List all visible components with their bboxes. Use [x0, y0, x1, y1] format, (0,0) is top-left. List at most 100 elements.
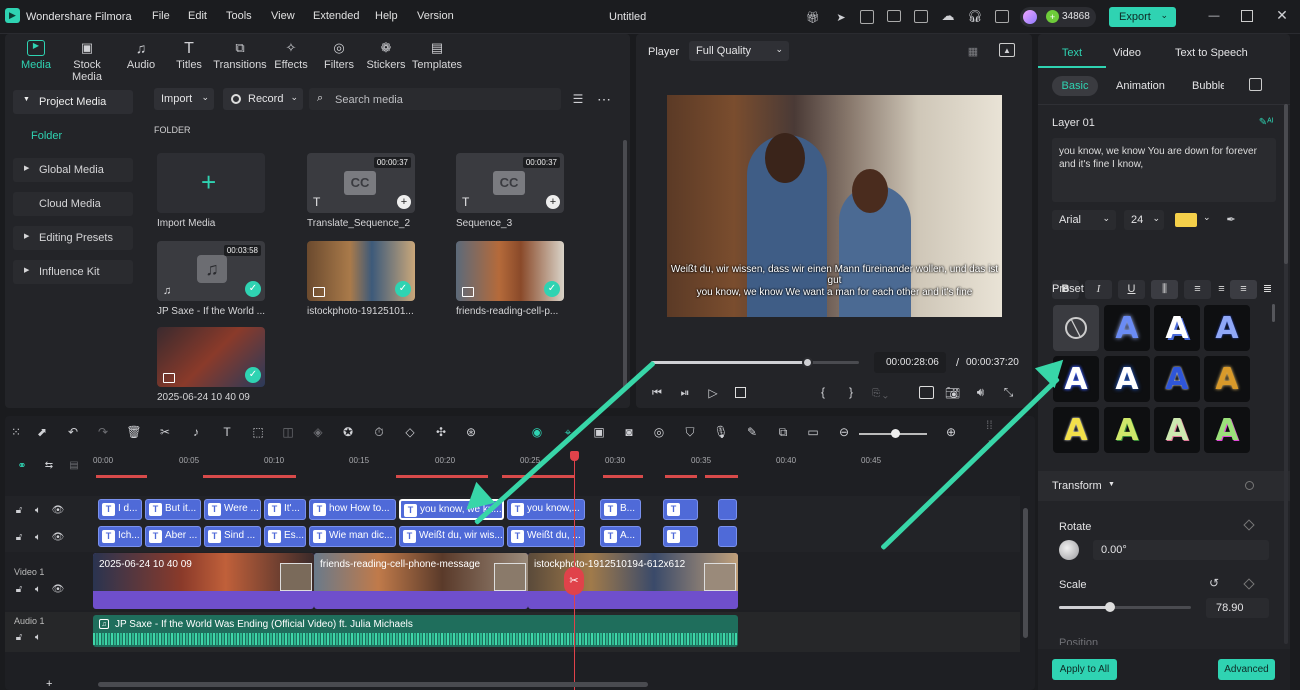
sidebar-item-editing-presets[interactable]: ▶ Editing Presets — [13, 226, 133, 250]
title-clip[interactable]: T But it... — [145, 499, 201, 520]
eye-icon[interactable]: 👁︎ — [52, 504, 65, 516]
preset-blue-outline[interactable]: A — [1104, 356, 1150, 402]
audio-edit-icon[interactable]: ♪ — [188, 424, 204, 440]
add-to-timeline-icon[interactable]: + — [397, 195, 411, 209]
title-clip[interactable]: T — [663, 499, 698, 520]
more-options-icon[interactable]: ⋯ — [596, 91, 612, 107]
advanced-button[interactable]: Advanced — [1218, 659, 1275, 680]
title-clip[interactable]: T B... — [600, 499, 641, 520]
snapshot-image-icon[interactable]: ▲ — [999, 43, 1015, 57]
undo-icon[interactable]: ↶ — [65, 424, 81, 440]
zoom-slider-handle[interactable] — [891, 429, 900, 438]
text-tool-icon[interactable]: T — [219, 424, 235, 440]
layout-grid-icon[interactable]: ⁙ — [8, 424, 24, 440]
preset-rainbow[interactable]: A — [1204, 407, 1250, 453]
preset-scrollbar[interactable] — [1272, 304, 1275, 322]
preset-yellow[interactable]: A — [1053, 407, 1099, 453]
text-content-area[interactable]: you know, we know You are down for forev… — [1052, 138, 1276, 202]
lock-icon[interactable]: 🔓︎ — [13, 531, 25, 543]
filter-icon[interactable]: ☰ — [570, 92, 586, 106]
panel-scrollbar-thumb[interactable] — [1284, 104, 1288, 264]
mute-icon[interactable]: 🔈︎ — [32, 504, 44, 516]
video-clip[interactable]: 2025-06-24 10 40 09 — [93, 553, 314, 609]
stop-icon[interactable] — [735, 387, 746, 398]
playback-progress-track[interactable] — [651, 357, 859, 368]
close-icon[interactable]: ✕ — [1275, 7, 1289, 23]
lock-icon[interactable]: 🔓︎ — [13, 504, 25, 516]
menu-version[interactable]: Version — [417, 10, 454, 22]
rotate-dial[interactable] — [1059, 540, 1079, 560]
motion-track-icon[interactable]: ⊛ — [463, 424, 479, 440]
sidebar-item-folder[interactable]: Folder — [31, 130, 62, 142]
tab-transitions[interactable]: ⧉ Transitions — [212, 40, 268, 74]
tab-effects[interactable]: ✧ Effects — [267, 40, 315, 74]
panel-scrollbar[interactable] — [1284, 104, 1288, 644]
size-dropdown[interactable]: 24 ⌄ — [1124, 210, 1164, 230]
title-clip[interactable]: T — [663, 526, 698, 547]
subtitle-english[interactable]: you know, we know We want a man for each… — [667, 287, 1002, 298]
preset-navy[interactable]: A — [1154, 356, 1200, 402]
menu-help[interactable]: Help — [375, 10, 398, 22]
title-clip[interactable]: T Aber ... — [145, 526, 201, 547]
search-input[interactable]: ⌕ Search media — [309, 88, 561, 110]
cut-icon[interactable]: ✂ — [157, 424, 173, 440]
timeline-horizontal-scrollbar[interactable] — [98, 682, 648, 687]
menu-extended[interactable]: Extended — [313, 10, 359, 22]
zoom-slider-track[interactable] — [859, 429, 927, 438]
insert-clip-icon[interactable]: ⎘ ⌄ — [872, 386, 888, 400]
preset-gold[interactable]: A — [1204, 356, 1250, 402]
speed-icon[interactable]: ⏱︎ — [371, 424, 387, 440]
monitor-icon[interactable] — [887, 10, 901, 22]
eye-icon[interactable]: 👁︎ — [52, 583, 65, 595]
justify-button[interactable]: ≣ — [1254, 280, 1281, 299]
media-item-import[interactable]: + Import Media — [157, 153, 265, 229]
tab-audio[interactable]: ♫ Audio — [117, 40, 165, 74]
import-dropdown[interactable]: Import ⌄ — [154, 88, 214, 110]
transform-header[interactable]: Transform ▼ — [1038, 471, 1290, 501]
menu-tools[interactable]: Tools — [226, 10, 252, 22]
fullscreen-icon[interactable]: ⤡ — [1001, 385, 1016, 400]
effects-tool-icon[interactable]: ✣ — [433, 424, 449, 440]
redo-icon[interactable]: ↷ — [95, 424, 111, 440]
font-dropdown[interactable]: Arial ⌄ — [1052, 210, 1116, 230]
track-settings-icon[interactable]: ▤ — [67, 458, 81, 472]
title-clip[interactable]: T It'... — [264, 499, 306, 520]
video-preview[interactable]: Weißt du, wir wissen, dass wir einen Man… — [667, 95, 1002, 317]
add-track-icon[interactable]: ⇆ — [41, 458, 57, 472]
quality-dropdown[interactable]: Full Quality ⌄ — [689, 41, 789, 61]
ai-edit-icon[interactable]: ✎ᴬᴵ — [1258, 116, 1274, 129]
zoom-in-icon[interactable]: ⊕ — [943, 424, 959, 440]
media-item-sequence-3[interactable]: CC 00:00:37 T + Sequence_3 — [456, 153, 564, 229]
title-clip[interactable]: T Ich... — [98, 526, 142, 547]
preset-outline-blue[interactable]: A — [1204, 305, 1250, 351]
mute-icon[interactable]: 🔈︎ — [32, 631, 44, 643]
menu-edit[interactable]: Edit — [188, 10, 207, 22]
scale-slider-handle[interactable] — [1105, 602, 1116, 612]
subtab-animation[interactable]: Animation — [1116, 80, 1165, 92]
maximize-icon[interactable] — [1241, 10, 1253, 22]
vertical-text-button[interactable]: ⫼ — [1151, 280, 1178, 299]
preset-blue-glow[interactable]: A — [1104, 305, 1150, 351]
title-clip[interactable]: T Sind ... — [204, 526, 261, 547]
tab-text[interactable]: Text — [1038, 34, 1106, 68]
split-marker[interactable]: ✂ — [564, 567, 584, 595]
export-button[interactable]: Export ⌄ — [1109, 7, 1176, 27]
gift-icon[interactable]: 🎁︎ — [806, 10, 820, 24]
rotate-input[interactable]: 0.00° — [1093, 540, 1269, 560]
delete-icon[interactable]: 🗑︎ — [126, 424, 142, 440]
media-scrollbar[interactable] — [623, 140, 627, 390]
playback-scrubber-handle[interactable] — [802, 357, 813, 368]
keyframe-diamond-icon[interactable] — [1245, 481, 1254, 490]
save-preset-icon[interactable] — [1249, 78, 1262, 91]
media-library-icon[interactable] — [860, 10, 874, 24]
chevron-down-icon[interactable]: ⌄ — [1203, 212, 1211, 223]
subtab-basic[interactable]: Basic — [1052, 76, 1098, 96]
align-left-button[interactable]: ≡ — [1184, 280, 1211, 299]
tab-media[interactable]: ▶ Media — [12, 40, 60, 74]
scale-input[interactable]: 78.90 — [1206, 598, 1269, 618]
tab-stickers[interactable]: ❁ Stickers — [362, 40, 410, 74]
title-clip[interactable]: T Es... — [264, 526, 306, 547]
media-item-translate-sequence[interactable]: CC 00:00:37 T + Translate_Sequence_2 — [307, 153, 415, 229]
crop-icon[interactable]: ⬚ — [250, 424, 266, 440]
record-dropdown[interactable]: Record ⌄ — [223, 88, 303, 110]
